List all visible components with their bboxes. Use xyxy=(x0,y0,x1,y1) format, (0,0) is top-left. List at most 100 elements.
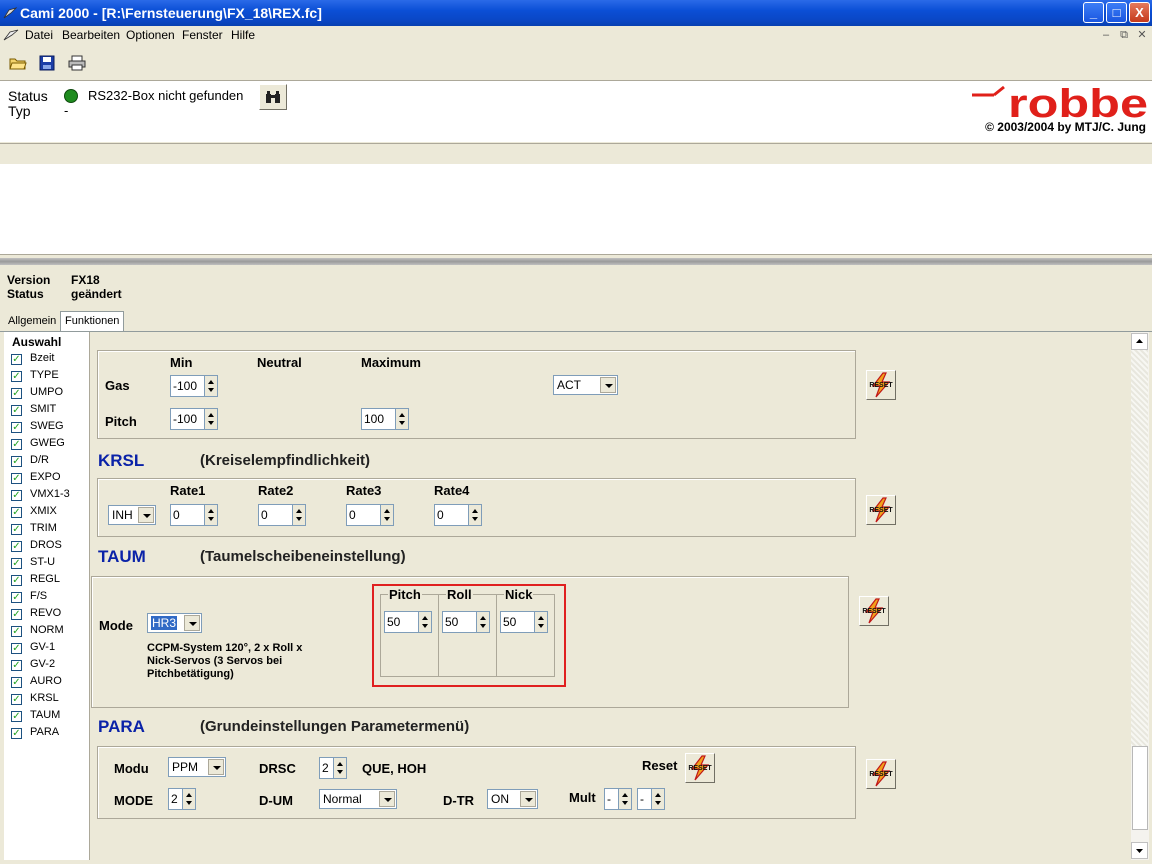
auswahl-item-label: TRIM xyxy=(30,522,57,534)
chevron-down-icon[interactable] xyxy=(208,759,224,775)
chevron-down-icon[interactable] xyxy=(520,791,536,807)
search-device-button[interactable] xyxy=(259,84,287,110)
mdi-minimize-icon[interactable]: – xyxy=(1099,28,1113,42)
tab-allgemein[interactable]: Allgemein xyxy=(4,312,60,332)
minimize-button[interactable]: _ xyxy=(1083,2,1104,23)
rate1-input[interactable]: 0 xyxy=(170,504,204,526)
auswahl-checkbox[interactable]: ✓ xyxy=(11,660,22,671)
rate3-spinner[interactable] xyxy=(380,504,394,526)
rate2-input[interactable]: 0 xyxy=(258,504,292,526)
rate4-input[interactable]: 0 xyxy=(434,504,468,526)
auswahl-item-label: PARA xyxy=(30,726,60,738)
menu-datei[interactable]: Datei xyxy=(25,28,53,42)
close-button[interactable]: X xyxy=(1129,2,1150,23)
auswahl-checkbox[interactable]: ✓ xyxy=(11,371,22,382)
auswahl-checkbox[interactable]: ✓ xyxy=(11,558,22,569)
pitch-min-input[interactable]: -100 xyxy=(170,408,204,430)
scroll-track[interactable] xyxy=(1131,350,1148,746)
menu-fenster[interactable]: Fenster xyxy=(182,28,223,42)
pitch-max-spinner[interactable] xyxy=(395,408,409,430)
dtr-select[interactable]: ON xyxy=(487,789,538,809)
pitch-min-spinner[interactable] xyxy=(204,408,218,430)
print-icon[interactable] xyxy=(68,55,86,71)
pitch-max-input[interactable]: 100 xyxy=(361,408,395,430)
open-folder-icon[interactable] xyxy=(9,55,27,71)
auswahl-checkbox[interactable]: ✓ xyxy=(11,388,22,399)
taum-mode-select[interactable]: HR3 xyxy=(147,613,202,633)
auswahl-checkbox[interactable]: ✓ xyxy=(11,524,22,535)
chevron-down-icon[interactable] xyxy=(600,377,616,393)
modu-select[interactable]: PPM xyxy=(168,757,226,777)
rate2-spinner[interactable] xyxy=(292,504,306,526)
scroll-thumb[interactable] xyxy=(1132,746,1148,830)
taum-pitch-spinner[interactable] xyxy=(418,611,432,633)
gas-mode-select[interactable]: ACT xyxy=(553,375,618,395)
rate3-input[interactable]: 0 xyxy=(346,504,380,526)
auswahl-checkbox[interactable]: ✓ xyxy=(11,507,22,518)
para-inline-reset-button[interactable]: RESET xyxy=(685,753,715,783)
krsl-group: Rate1 Rate2 Rate3 Rate4 INH 0 0 0 0 xyxy=(97,478,856,537)
mult-spinner-2[interactable] xyxy=(651,788,665,810)
auswahl-checkbox[interactable]: ✓ xyxy=(11,694,22,705)
chevron-down-icon[interactable] xyxy=(379,791,395,807)
tab-funktionen[interactable]: Funktionen xyxy=(60,311,125,331)
auswahl-checkbox[interactable]: ✓ xyxy=(11,354,22,365)
taum-nick-spinner[interactable] xyxy=(534,611,548,633)
mdi-restore-icon[interactable]: ⧉ xyxy=(1117,28,1131,42)
taum-pitch-input[interactable]: 50 xyxy=(384,611,418,633)
mult-label: Mult xyxy=(569,790,596,805)
taum-nick-input[interactable]: 50 xyxy=(500,611,534,633)
mode-spinner[interactable] xyxy=(182,788,196,810)
mult-spinner-1[interactable] xyxy=(618,788,632,810)
auswahl-checkbox[interactable]: ✓ xyxy=(11,490,22,501)
auswahl-checkbox[interactable]: ✓ xyxy=(11,711,22,722)
auswahl-title: Auswahl xyxy=(12,335,62,349)
pitch-column xyxy=(380,594,439,677)
rate4-spinner[interactable] xyxy=(468,504,482,526)
splitter[interactable] xyxy=(0,258,1152,265)
menu-optionen[interactable]: Optionen xyxy=(126,28,175,42)
krsl-switch-select[interactable]: INH xyxy=(108,505,156,525)
gas-min-spinner[interactable] xyxy=(204,375,218,397)
auswahl-checkbox[interactable]: ✓ xyxy=(11,677,22,688)
gas-min-input[interactable]: -100 xyxy=(170,375,204,397)
drsc-spinner[interactable] xyxy=(333,757,347,779)
auswahl-checkbox[interactable]: ✓ xyxy=(11,609,22,620)
scroll-down-button[interactable] xyxy=(1131,842,1148,859)
dum-select[interactable]: Normal xyxy=(319,789,397,809)
gas-reset-button[interactable]: RESET xyxy=(866,370,896,400)
scroll-up-button[interactable] xyxy=(1131,333,1148,350)
auswahl-item-label: GWEG xyxy=(30,437,65,449)
chevron-down-icon[interactable] xyxy=(138,507,154,523)
krsl-reset-button[interactable]: RESET xyxy=(866,495,896,525)
auswahl-checkbox[interactable]: ✓ xyxy=(11,575,22,586)
auswahl-checkbox[interactable]: ✓ xyxy=(11,626,22,637)
auswahl-checkbox[interactable]: ✓ xyxy=(11,728,22,739)
chevron-down-icon[interactable] xyxy=(184,615,200,631)
maximize-button[interactable]: □ xyxy=(1106,2,1127,23)
taum-roll-spinner[interactable] xyxy=(476,611,490,633)
auswahl-checkbox[interactable]: ✓ xyxy=(11,422,22,433)
rate1-spinner[interactable] xyxy=(204,504,218,526)
menu-bearbeiten[interactable]: Bearbeiten xyxy=(62,28,120,42)
auswahl-checkbox[interactable]: ✓ xyxy=(11,592,22,603)
auswahl-checkbox[interactable]: ✓ xyxy=(11,473,22,484)
menu-hilfe[interactable]: Hilfe xyxy=(231,28,255,42)
taum-reset-button[interactable]: RESET xyxy=(859,596,889,626)
drsc-input[interactable]: 2 xyxy=(319,757,333,779)
auswahl-checkbox[interactable]: ✓ xyxy=(11,541,22,552)
auswahl-checkbox[interactable]: ✓ xyxy=(11,643,22,654)
auswahl-checkbox[interactable]: ✓ xyxy=(11,405,22,416)
mdi-close-icon[interactable]: ✕ xyxy=(1135,28,1149,42)
save-icon[interactable] xyxy=(38,55,56,71)
mult-input-1[interactable]: - xyxy=(604,788,618,810)
auswahl-checkbox[interactable]: ✓ xyxy=(11,456,22,467)
document-icon[interactable] xyxy=(3,28,19,42)
vertical-scrollbar[interactable] xyxy=(1131,332,1149,860)
auswahl-checkbox[interactable]: ✓ xyxy=(11,439,22,450)
mode-label: MODE xyxy=(114,793,153,808)
mode-input[interactable]: 2 xyxy=(168,788,182,810)
mult-input-2[interactable]: - xyxy=(637,788,651,810)
para-reset-button[interactable]: RESET xyxy=(866,759,896,789)
taum-roll-input[interactable]: 50 xyxy=(442,611,476,633)
